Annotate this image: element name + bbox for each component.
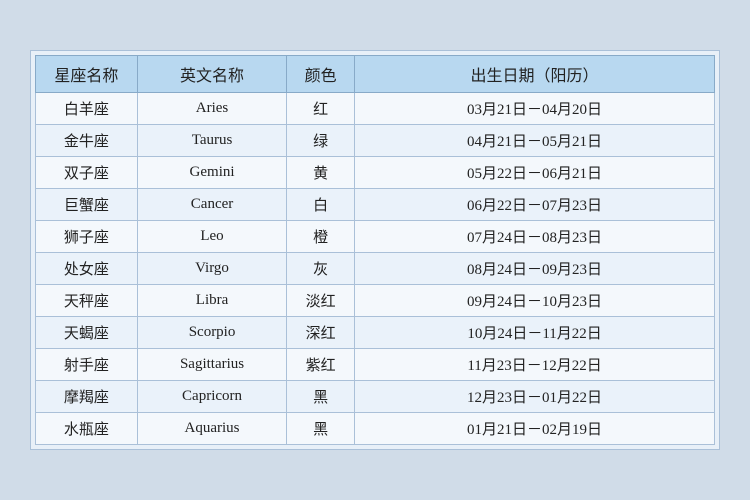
cell-date: 12月23日－01月22日: [355, 381, 715, 413]
cell-color: 淡红: [287, 285, 355, 317]
cell-date: 01月21日－02月19日: [355, 413, 715, 445]
table-row: 天蝎座Scorpio深红10月24日－11月22日: [36, 317, 715, 349]
cell-en: Virgo: [137, 253, 286, 285]
cell-zh: 巨蟹座: [36, 189, 138, 221]
cell-zh: 摩羯座: [36, 381, 138, 413]
cell-zh: 处女座: [36, 253, 138, 285]
table-row: 狮子座Leo橙07月24日－08月23日: [36, 221, 715, 253]
cell-date: 03月21日－04月20日: [355, 93, 715, 125]
cell-zh: 双子座: [36, 157, 138, 189]
cell-color: 深红: [287, 317, 355, 349]
table-row: 白羊座Aries红03月21日－04月20日: [36, 93, 715, 125]
header-zh: 星座名称: [36, 56, 138, 93]
table-row: 天秤座Libra淡红09月24日－10月23日: [36, 285, 715, 317]
cell-en: Aquarius: [137, 413, 286, 445]
header-en: 英文名称: [137, 56, 286, 93]
cell-zh: 天秤座: [36, 285, 138, 317]
cell-zh: 射手座: [36, 349, 138, 381]
cell-zh: 水瓶座: [36, 413, 138, 445]
table-row: 巨蟹座Cancer白06月22日－07月23日: [36, 189, 715, 221]
table-header-row: 星座名称 英文名称 颜色 出生日期（阳历）: [36, 56, 715, 93]
cell-zh: 天蝎座: [36, 317, 138, 349]
cell-color: 白: [287, 189, 355, 221]
cell-zh: 白羊座: [36, 93, 138, 125]
table-row: 摩羯座Capricorn黑12月23日－01月22日: [36, 381, 715, 413]
cell-color: 灰: [287, 253, 355, 285]
cell-en: Gemini: [137, 157, 286, 189]
table-row: 射手座Sagittarius紫红11月23日－12月22日: [36, 349, 715, 381]
cell-color: 紫红: [287, 349, 355, 381]
zodiac-table: 星座名称 英文名称 颜色 出生日期（阳历） 白羊座Aries红03月21日－04…: [35, 55, 715, 445]
cell-zh: 狮子座: [36, 221, 138, 253]
cell-en: Leo: [137, 221, 286, 253]
cell-color: 红: [287, 93, 355, 125]
cell-zh: 金牛座: [36, 125, 138, 157]
cell-date: 07月24日－08月23日: [355, 221, 715, 253]
cell-date: 08月24日－09月23日: [355, 253, 715, 285]
table-row: 双子座Gemini黄05月22日－06月21日: [36, 157, 715, 189]
header-color: 颜色: [287, 56, 355, 93]
cell-en: Capricorn: [137, 381, 286, 413]
cell-date: 06月22日－07月23日: [355, 189, 715, 221]
cell-date: 10月24日－11月22日: [355, 317, 715, 349]
cell-date: 04月21日－05月21日: [355, 125, 715, 157]
cell-en: Taurus: [137, 125, 286, 157]
cell-color: 橙: [287, 221, 355, 253]
table-row: 金牛座Taurus绿04月21日－05月21日: [36, 125, 715, 157]
zodiac-table-container: 星座名称 英文名称 颜色 出生日期（阳历） 白羊座Aries红03月21日－04…: [30, 50, 720, 450]
table-row: 水瓶座Aquarius黑01月21日－02月19日: [36, 413, 715, 445]
cell-en: Scorpio: [137, 317, 286, 349]
cell-en: Libra: [137, 285, 286, 317]
cell-date: 09月24日－10月23日: [355, 285, 715, 317]
cell-en: Sagittarius: [137, 349, 286, 381]
cell-date: 05月22日－06月21日: [355, 157, 715, 189]
table-row: 处女座Virgo灰08月24日－09月23日: [36, 253, 715, 285]
cell-en: Aries: [137, 93, 286, 125]
header-date: 出生日期（阳历）: [355, 56, 715, 93]
cell-date: 11月23日－12月22日: [355, 349, 715, 381]
cell-color: 绿: [287, 125, 355, 157]
cell-color: 黄: [287, 157, 355, 189]
cell-color: 黑: [287, 413, 355, 445]
cell-en: Cancer: [137, 189, 286, 221]
cell-color: 黑: [287, 381, 355, 413]
